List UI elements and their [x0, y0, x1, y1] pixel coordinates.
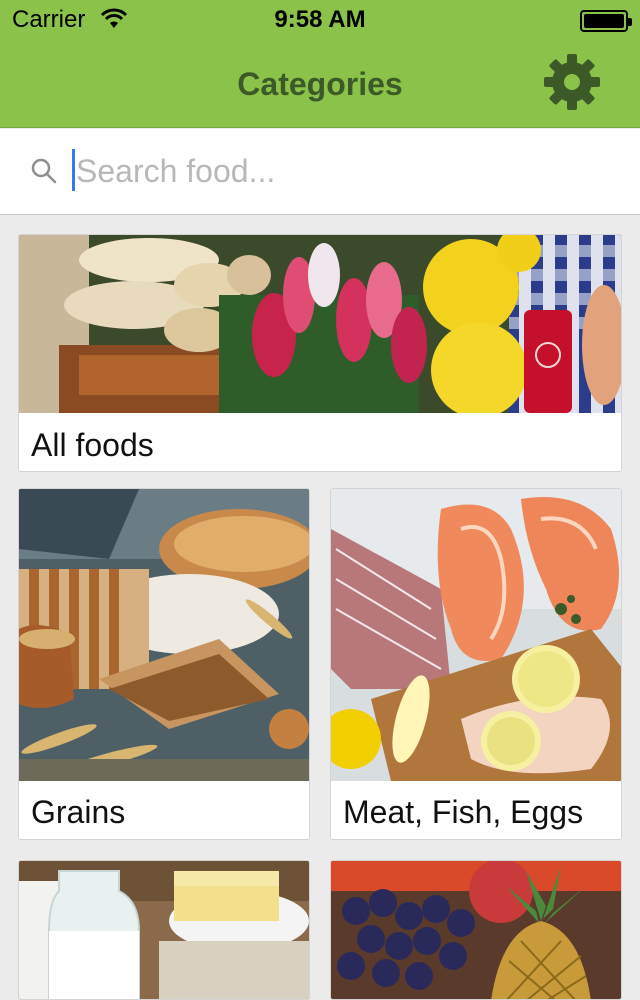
search-bar — [0, 129, 640, 215]
category-card-meat-fish-eggs[interactable]: Meat, Fish, Eggs — [330, 488, 622, 840]
text-caret — [72, 149, 75, 191]
battery-icon — [580, 10, 632, 32]
grains-image — [19, 489, 309, 781]
navigation-header: Carrier 9:58 AM Categories — [0, 0, 640, 128]
all-foods-image — [19, 235, 621, 413]
search-icon — [31, 158, 57, 184]
category-label: All foods — [31, 427, 154, 463]
meat-fish-eggs-image — [331, 489, 621, 781]
search-input[interactable] — [76, 147, 596, 195]
category-card-dairy[interactable] — [18, 860, 310, 1000]
category-card-grains[interactable]: Grains — [18, 488, 310, 840]
category-label: Grains — [31, 794, 126, 830]
dairy-image — [19, 861, 309, 999]
gear-icon[interactable] — [542, 52, 602, 112]
category-card-fruit[interactable] — [330, 860, 622, 1000]
status-bar: Carrier 9:58 AM — [0, 0, 640, 40]
category-label: Meat, Fish, Eggs — [343, 794, 584, 830]
status-time: 9:58 AM — [274, 6, 366, 33]
category-card-all-foods[interactable]: All foods — [18, 234, 622, 472]
fruit-image — [331, 861, 621, 999]
